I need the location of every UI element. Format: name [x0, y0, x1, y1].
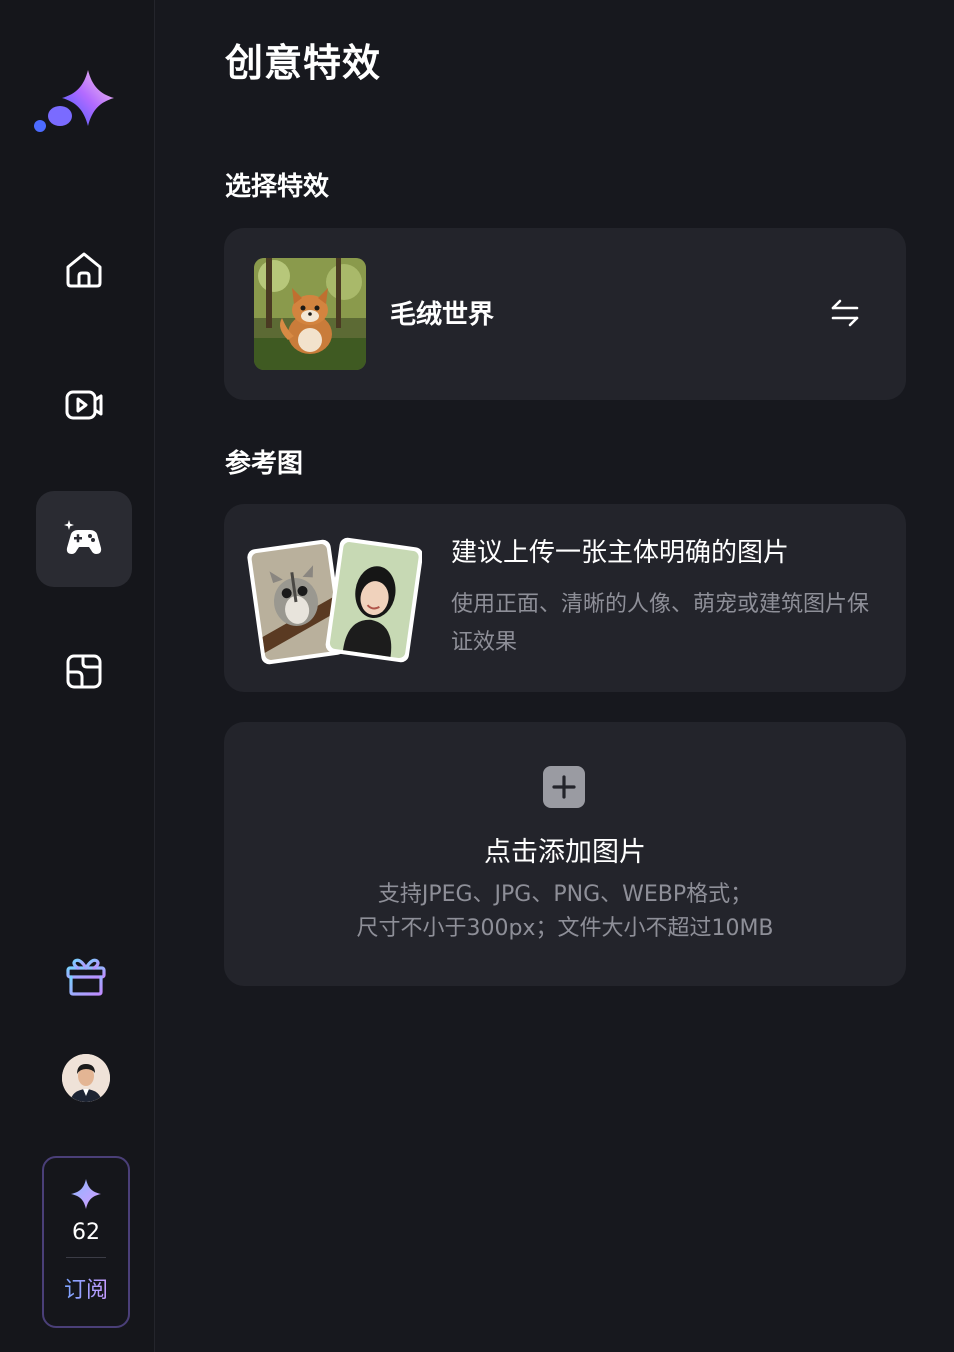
plush-fox-thumbnail: [254, 258, 366, 370]
main-content: 创意特效 选择特效 毛绒世界 参考图 建议上传一张主体明确的图片 使用正面、清晰…: [155, 0, 954, 1352]
effect-section-label: 选择特效: [225, 172, 330, 202]
credits-panel[interactable]: 62 订阅: [42, 1156, 130, 1328]
nav-effects-button[interactable]: [36, 491, 132, 587]
reference-title: 建议上传一张主体明确的图片: [451, 538, 790, 568]
nav-home-button[interactable]: [36, 222, 132, 318]
app-logo-icon: [34, 70, 114, 132]
upload-title: 点击添加图片: [484, 837, 646, 868]
nav-gallery-button[interactable]: [36, 623, 132, 719]
reference-tips-card: 建议上传一张主体明确的图片 使用正面、清晰的人像、萌宠或建筑图片保证效果: [224, 504, 906, 692]
swap-arrows-icon[interactable]: [828, 296, 862, 330]
gallery-icon: [66, 654, 102, 689]
home-icon: [66, 252, 102, 288]
upload-requirements: 支持JPEG、JPG、PNG、WEBP格式； 尺寸不小于300px；文件大小不超…: [224, 878, 906, 946]
reference-example-photos: [247, 537, 422, 665]
effect-thumbnail: [254, 258, 366, 370]
subscribe-link[interactable]: 订阅: [64, 1272, 108, 1304]
credits-divider: [66, 1257, 106, 1258]
nav-video-button[interactable]: [36, 356, 132, 452]
page-title: 创意特效: [225, 41, 382, 85]
credits-count: 62: [72, 1220, 100, 1245]
reference-description: 使用正面、清晰的人像、萌宠或建筑图片保证效果: [451, 592, 870, 655]
effect-name: 毛绒世界: [390, 300, 495, 330]
upload-size-text: 尺寸不小于300px；文件大小不超过10MB: [356, 916, 774, 941]
sidebar: 62 订阅: [0, 0, 155, 1352]
upload-image-area[interactable]: 点击添加图片 支持JPEG、JPG、PNG、WEBP格式； 尺寸不小于300px…: [224, 722, 906, 986]
video-icon: [65, 390, 103, 420]
plus-icon: [552, 775, 576, 799]
user-avatar[interactable]: [62, 1054, 110, 1102]
upload-format-text: 支持JPEG、JPG、PNG、WEBP格式；: [377, 882, 753, 907]
game-effects-icon: [64, 520, 102, 554]
avatar-image: [62, 1054, 110, 1102]
add-image-button[interactable]: [543, 766, 585, 808]
app-root: 62 订阅 创意特效 选择特效 毛绒世界 参考图 建议上传一张主体明确的图片 使…: [0, 0, 954, 1352]
gift-icon[interactable]: [62, 952, 110, 1000]
reference-section-label: 参考图: [225, 449, 304, 479]
diamond-icon: [71, 1179, 101, 1209]
effect-selector-card[interactable]: 毛绒世界: [224, 228, 906, 400]
